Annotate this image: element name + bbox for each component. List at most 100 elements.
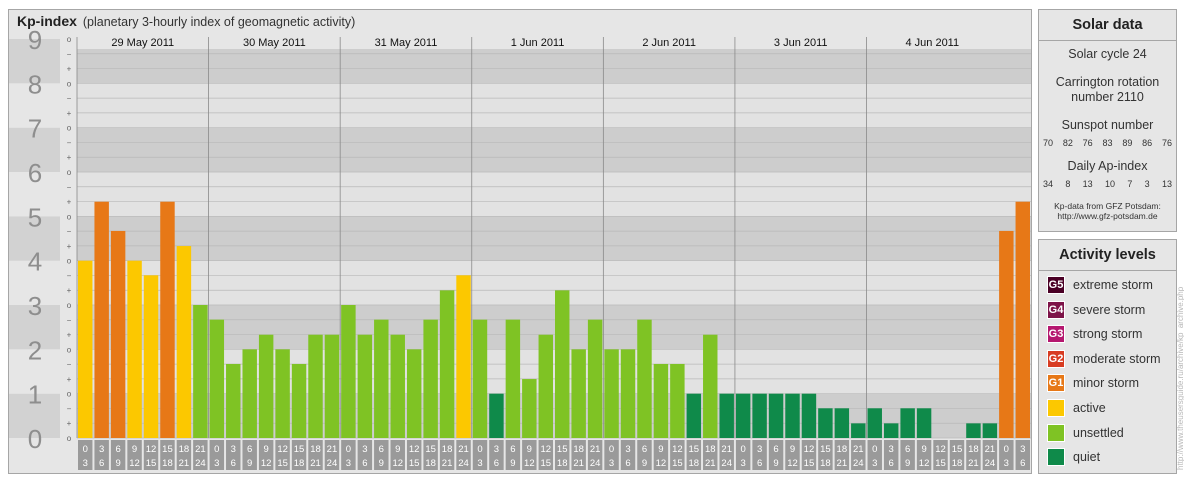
x-tick-label-end: 21 <box>837 458 848 469</box>
x-tick-label-end: 24 <box>853 458 864 469</box>
x-tick-label-start: 3 <box>362 444 367 455</box>
grid-band <box>77 216 1031 261</box>
x-tick-label-end: 6 <box>889 458 894 469</box>
x-tick-label-end: 6 <box>1020 458 1025 469</box>
x-tick-label-start: 18 <box>442 444 453 455</box>
kp-bar <box>390 334 405 438</box>
sunspot-value: 76 <box>1082 138 1093 148</box>
y-minor-tick-label: − <box>67 94 72 103</box>
x-tick-label-start: 21 <box>458 444 469 455</box>
kp-bar <box>966 423 981 438</box>
kp-bar <box>209 319 225 438</box>
grid-band <box>77 172 1031 217</box>
x-tick-label-end: 24 <box>458 458 469 469</box>
x-tick-label-start: 9 <box>658 444 663 455</box>
kp-bar <box>291 363 307 438</box>
kp-bar <box>571 349 586 438</box>
x-tick-label-end: 12 <box>787 458 798 469</box>
legend-label: unsettled <box>1073 425 1124 440</box>
kp-bar <box>818 408 833 438</box>
x-tick-label-start: 18 <box>837 444 848 455</box>
kp-bar <box>686 393 702 438</box>
legend-label: extreme storm <box>1073 278 1153 292</box>
y-minor-tick-label: + <box>67 65 72 74</box>
kp-bar <box>423 319 438 438</box>
kp-bar <box>406 349 422 438</box>
legend-swatch <box>1047 399 1065 417</box>
y-minor-tick-label: + <box>67 242 72 251</box>
kp-bar <box>160 201 175 438</box>
x-tick-label-end: 9 <box>379 458 384 469</box>
y-tick-label: 1 <box>28 380 42 410</box>
legend-item: G4 severe storm <box>1047 300 1145 320</box>
x-tick-label-end: 24 <box>721 458 732 469</box>
kp-bar <box>752 393 767 438</box>
x-tick-label-end: 21 <box>310 458 321 469</box>
x-tick-label-start: 15 <box>294 444 305 455</box>
x-tick-label-start: 6 <box>642 444 647 455</box>
kp-bar <box>489 393 504 438</box>
source-line1: Kp-data from GFZ Potsdam: <box>1054 201 1161 211</box>
kp-bar <box>834 408 850 438</box>
ap-value: 13 <box>1161 179 1172 189</box>
x-tick-label-end: 24 <box>195 458 206 469</box>
x-tick-label-start: 6 <box>905 444 910 455</box>
y-minor-tick-label: o <box>67 35 72 44</box>
x-tick-label-end: 15 <box>146 458 157 469</box>
kp-bar <box>801 393 817 438</box>
kp-bar <box>999 230 1014 438</box>
x-tick-label-end: 6 <box>99 458 104 469</box>
kp-bar <box>127 260 142 438</box>
legend-swatch: G2 <box>1047 349 1065 368</box>
x-tick-label-end: 3 <box>872 458 877 469</box>
x-tick-label-end: 15 <box>277 458 288 469</box>
grid-band <box>77 260 1031 305</box>
x-tick-label-end: 9 <box>247 458 252 469</box>
x-tick-label-end: 6 <box>494 458 499 469</box>
x-tick-label-start: 9 <box>264 444 269 455</box>
y-minor-tick-label: − <box>67 138 72 147</box>
kp-bar <box>883 423 899 438</box>
kp-bar <box>653 363 669 438</box>
legend-label: severe storm <box>1073 302 1146 317</box>
kp-bar <box>916 408 932 438</box>
ap-value: 10 <box>1104 179 1115 189</box>
legend-item: G1 minor storm <box>1047 373 1139 393</box>
day-label: 31 May 2011 <box>375 37 438 49</box>
legend-label: active <box>1073 401 1106 415</box>
solar-data-header: Solar data <box>1039 10 1176 41</box>
x-tick-label-start: 0 <box>609 444 614 455</box>
kp-bar <box>522 379 537 438</box>
x-tick-label-end: 3 <box>609 458 614 469</box>
y-minor-tick-label: o <box>67 79 72 88</box>
x-tick-label-end: 12 <box>392 458 403 469</box>
legend-swatch <box>1047 448 1065 467</box>
legend-item: G3 strong storm <box>1047 324 1142 344</box>
kp-bar <box>226 363 241 438</box>
kp-bar <box>242 349 257 438</box>
kp-bar <box>851 423 866 438</box>
x-tick-label-start: 0 <box>741 444 746 455</box>
legend-label: strong storm <box>1073 327 1143 342</box>
legend-label: quiet <box>1073 450 1101 465</box>
sunspot-value: 76 <box>1161 138 1172 148</box>
sunspot-value: 70 <box>1043 138 1054 148</box>
y-minor-tick-label: o <box>67 434 72 443</box>
sunspot-value: 83 <box>1102 138 1113 148</box>
legend-item: active <box>1047 398 1106 418</box>
x-tick-label-end: 12 <box>261 458 272 469</box>
source-link[interactable]: http://www.gfz-potsdam.de <box>1039 211 1176 221</box>
day-label: 2 Jun 2011 <box>642 37 696 49</box>
sunspot-value: 86 <box>1142 138 1153 148</box>
x-tick-label-start: 3 <box>757 444 762 455</box>
x-tick-label-end: 21 <box>179 458 190 469</box>
y-tick-label: 5 <box>28 202 42 232</box>
x-tick-label-start: 9 <box>527 444 532 455</box>
kp-bar <box>703 334 718 438</box>
x-tick-label-start: 0 <box>1004 444 1009 455</box>
x-tick-label-start: 15 <box>820 444 831 455</box>
kp-chart-panel: Kp-index (planetary 3-hourly index of geo… <box>8 9 1032 474</box>
x-tick-label-end: 12 <box>656 458 667 469</box>
sunspot-values: 70 82 76 83 89 86 76 <box>1039 138 1176 148</box>
y-minor-tick-label: + <box>67 153 72 162</box>
